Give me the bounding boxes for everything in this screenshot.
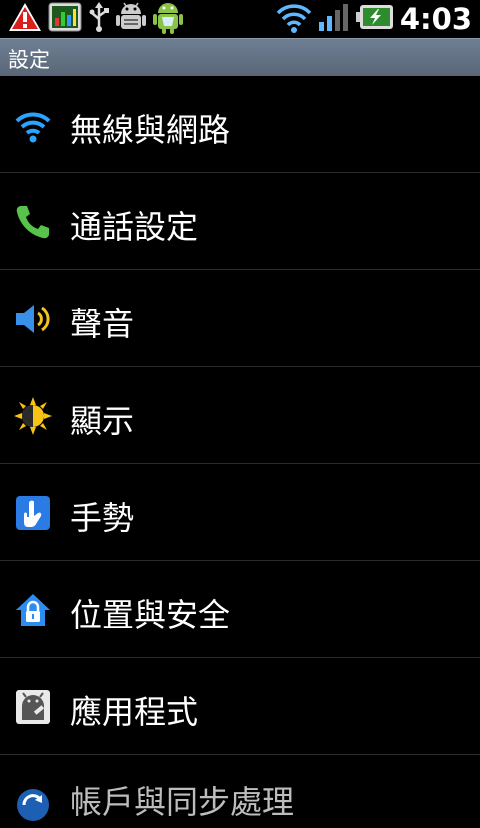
system-status: 4:03 [276,0,472,38]
settings-item-label: 無線與網路 [70,111,231,149]
settings-item-applications[interactable]: 應用程式 [0,658,480,755]
brightness-icon [14,397,52,435]
sync-icon [14,786,52,824]
settings-item-accounts-sync[interactable]: 帳戶與同步處理 [0,755,480,821]
android-debug-icon [116,0,146,38]
settings-item-sound[interactable]: 聲音 [0,270,480,367]
clock: 4:03 [399,2,472,36]
settings-item-label: 通話設定 [70,208,199,246]
warning-icon [8,1,42,37]
settings-item-label: 應用程式 [70,693,199,731]
notification-icons [8,0,184,38]
usb-icon [88,1,110,37]
settings-item-label: 顯示 [70,402,135,440]
android-market-icon [152,0,184,39]
status-bar: 4:03 [0,0,480,38]
title-bar: 設定 [0,38,480,76]
settings-item-label: 聲音 [70,305,135,343]
chart-app-icon [48,2,82,36]
settings-item-label: 位置與安全 [70,596,231,634]
settings-item-call[interactable]: 通話設定 [0,173,480,270]
speaker-icon [14,300,52,338]
settings-item-label: 帳戶與同步處理 [70,783,295,821]
phone-icon [14,203,52,241]
battery-charging-icon [355,4,394,34]
lock-home-icon [14,591,52,629]
page-title: 設定 [8,48,50,72]
settings-item-label: 手勢 [70,499,135,537]
wifi-icon [276,1,312,37]
settings-item-location-security[interactable]: 位置與安全 [0,561,480,658]
settings-item-display[interactable]: 顯示 [0,367,480,464]
applications-icon [14,688,52,726]
wifi-icon [14,106,52,144]
settings-item-wireless[interactable]: 無線與網路 [0,76,480,173]
settings-list: 無線與網路 通話設定 聲音 顯示 手勢 位置與安全 應用程式 帳戶與同步處理 [0,76,480,821]
settings-item-gesture[interactable]: 手勢 [0,464,480,561]
gesture-icon [14,494,52,532]
signal-icon [318,2,350,36]
